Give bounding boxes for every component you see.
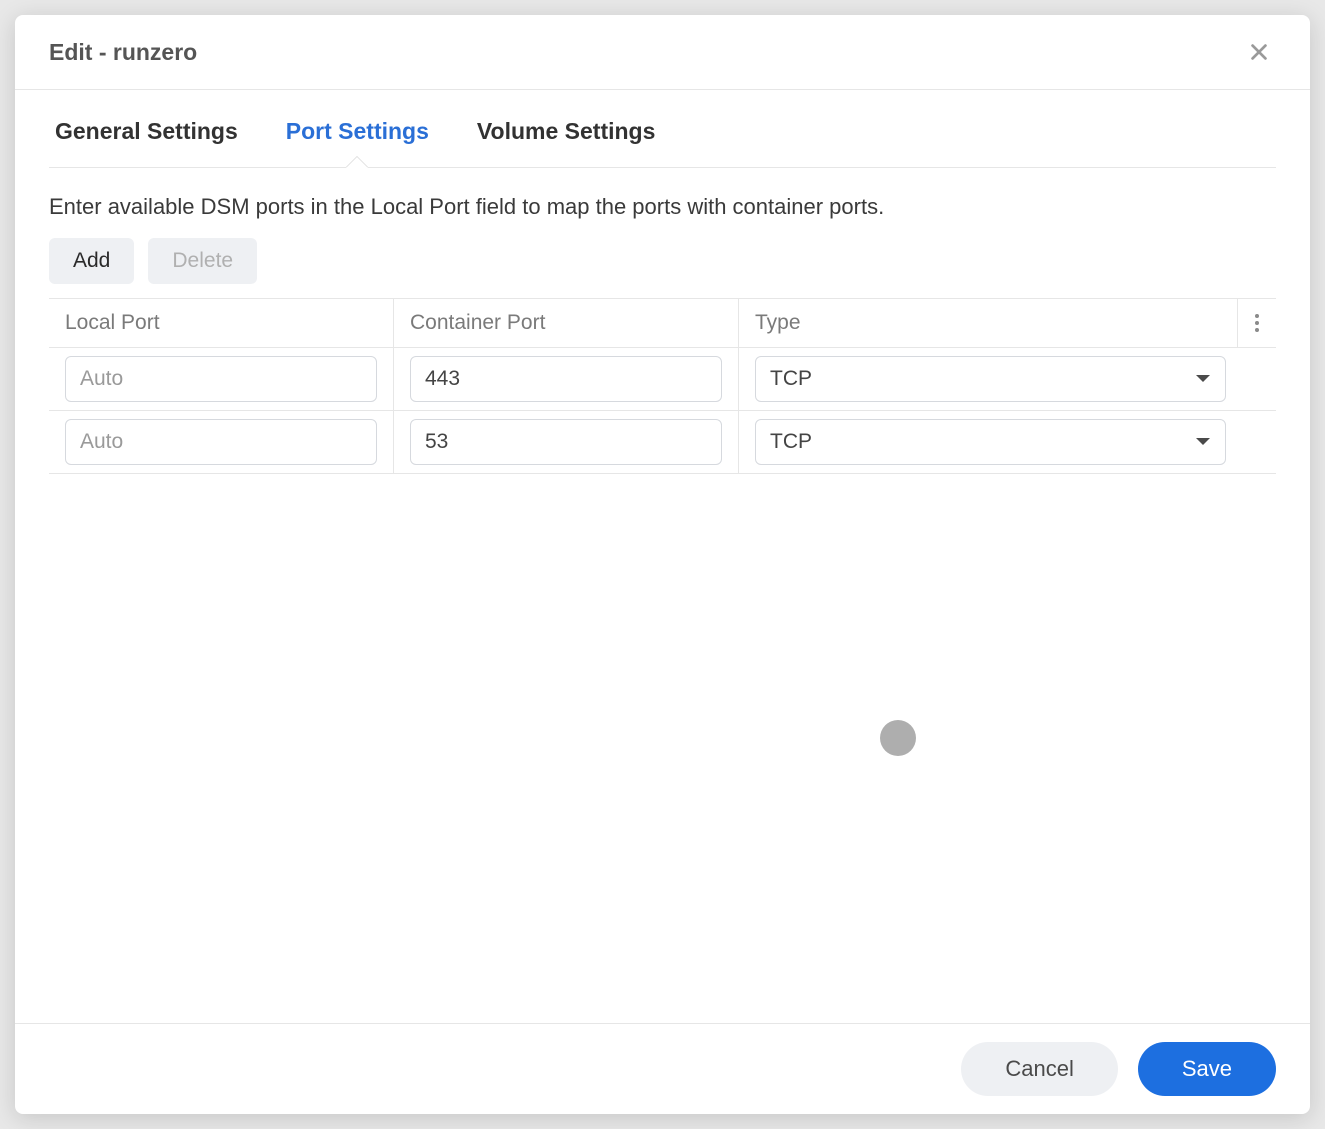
delete-button[interactable]: Delete <box>148 238 257 284</box>
table-header-row: Local Port Container Port Type <box>49 299 1276 348</box>
type-select-value: TCP <box>770 367 812 391</box>
type-select[interactable]: TCP <box>755 419 1226 465</box>
tab-bar: General Settings Port Settings Volume Se… <box>49 90 1276 168</box>
modal-header: Edit - runzero <box>15 15 1310 90</box>
toolbar: Add Delete <box>49 238 1276 284</box>
tab-general-settings[interactable]: General Settings <box>49 90 244 167</box>
container-port-input[interactable] <box>410 419 722 465</box>
edit-dialog: Edit - runzero General Settings Port Set… <box>15 15 1310 1114</box>
save-button[interactable]: Save <box>1138 1042 1276 1096</box>
close-icon <box>1248 41 1270 63</box>
modal-body: General Settings Port Settings Volume Se… <box>15 90 1310 1023</box>
column-options-button[interactable] <box>1238 299 1276 347</box>
cursor-indicator <box>880 720 916 756</box>
more-vertical-icon <box>1254 313 1260 333</box>
column-header-type[interactable]: Type <box>739 299 1238 347</box>
container-port-input[interactable] <box>410 356 722 402</box>
type-select[interactable]: TCP <box>755 356 1226 402</box>
type-select-value: TCP <box>770 430 812 454</box>
modal-footer: Cancel Save <box>15 1023 1310 1114</box>
local-port-input[interactable] <box>65 356 377 402</box>
close-button[interactable] <box>1242 37 1276 67</box>
cancel-button[interactable]: Cancel <box>961 1042 1117 1096</box>
chevron-down-icon <box>1195 374 1211 384</box>
local-port-input[interactable] <box>65 419 377 465</box>
modal-title: Edit - runzero <box>49 39 197 66</box>
tab-volume-settings[interactable]: Volume Settings <box>471 90 662 167</box>
column-header-container-port[interactable]: Container Port <box>394 299 739 347</box>
tab-port-settings[interactable]: Port Settings <box>280 90 435 167</box>
port-settings-description: Enter available DSM ports in the Local P… <box>49 168 1276 238</box>
table-row: TCP <box>49 411 1276 474</box>
port-mapping-table: Local Port Container Port Type TCP <box>49 298 1276 474</box>
chevron-down-icon <box>1195 437 1211 447</box>
column-header-local-port[interactable]: Local Port <box>49 299 394 347</box>
add-button[interactable]: Add <box>49 238 134 284</box>
table-row: TCP <box>49 348 1276 411</box>
